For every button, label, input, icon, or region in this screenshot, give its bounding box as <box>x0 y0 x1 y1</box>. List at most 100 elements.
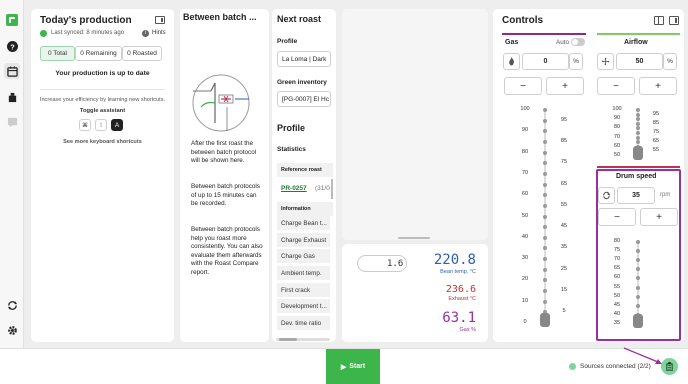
between-batch-title: Between batch ... <box>183 12 257 22</box>
drum-speed-label: Drum speed <box>616 173 657 180</box>
gas-readout-label: Gas % <box>459 327 476 333</box>
gas-unit: % <box>569 53 583 70</box>
gas-tick-dot <box>543 171 547 176</box>
gas-value-input[interactable]: 0 <box>522 53 569 70</box>
airflow-slider-handle[interactable] <box>633 146 643 160</box>
drum-tick-label: 50 <box>613 292 621 299</box>
airflow-value-input[interactable]: 50 <box>616 53 663 70</box>
gas-decrease-button[interactable]: − <box>504 77 542 95</box>
help-icon[interactable]: ? <box>4 38 20 54</box>
drum-tick-label: 75 <box>613 247 621 254</box>
gas-increase-button[interactable]: + <box>546 77 584 95</box>
drum-tick-dot <box>636 285 640 290</box>
start-button-label: Start <box>349 363 366 370</box>
gas-tick-dot <box>543 214 547 219</box>
production-icon[interactable] <box>4 63 20 79</box>
flame-icon <box>503 53 520 70</box>
roaster-icon[interactable] <box>4 89 20 105</box>
airflow-accent-bar <box>597 33 680 35</box>
gas-auto-label: Auto <box>556 39 569 46</box>
airflow-label: Airflow <box>624 39 648 46</box>
airflow-decrease-button[interactable]: − <box>597 77 635 95</box>
info-charge-gas: Charge Gas <box>277 249 330 263</box>
drum-slider-handle[interactable] <box>633 313 643 328</box>
sync-icon[interactable] <box>4 297 20 313</box>
chat-icon[interactable] <box>4 114 20 130</box>
reference-roast-label: Reference roast <box>281 167 322 173</box>
gas-tick-label: 70 <box>521 169 529 176</box>
airflow-tick-dot <box>636 121 640 126</box>
gas-tick-dot <box>543 139 547 144</box>
reference-roast-link[interactable]: PR-0257 <box>281 185 307 192</box>
key-cmd: ⌘ <box>79 119 91 131</box>
start-button[interactable]: ▶ Start <box>326 349 380 384</box>
gas-tick-dot <box>543 267 547 272</box>
reference-roast-date: (31/0 <box>315 185 330 192</box>
gas-tick-label: 90 <box>521 127 529 134</box>
airflow-tick-label: 85 <box>652 119 660 126</box>
drum-decrease-button[interactable]: − <box>598 208 636 226</box>
keyboard-shortcuts-link[interactable]: See more keyboard shortcuts <box>31 139 174 145</box>
gas-tick-dot <box>543 182 547 187</box>
airflow-increase-button[interactable]: + <box>639 77 677 95</box>
gas-tick-label: 25 <box>560 265 568 272</box>
production-title: Today's production <box>40 15 132 26</box>
gas-tick-label: 30 <box>521 255 529 262</box>
tab-remaining[interactable]: 0 Remaining <box>75 46 122 61</box>
airflow-tick-dot <box>636 135 640 140</box>
gas-tick-label: 0 <box>523 319 527 325</box>
drum-accent-bar <box>597 166 680 168</box>
airflow-tick-dot <box>636 108 640 112</box>
logo-icon[interactable] <box>4 12 20 28</box>
gas-accent-bar <box>502 33 586 35</box>
drum-slider-track[interactable] <box>637 242 639 324</box>
airflow-tick-label: 70 <box>613 133 621 140</box>
tab-total[interactable]: 0 Total <box>40 46 75 61</box>
toggle-assistant-label: Toggle assistant <box>79 108 126 114</box>
airflow-tick-label: 90 <box>613 115 621 122</box>
airflow-tick-label: 100 <box>612 106 622 112</box>
gas-tick-dot <box>543 299 547 304</box>
between-batch-info-1: After the first roast the between batch … <box>191 140 257 164</box>
settings-icon[interactable] <box>4 322 20 338</box>
scrollbar[interactable] <box>331 179 333 199</box>
drum-tick-label: 35 <box>613 319 621 326</box>
annotation-arrow <box>623 347 662 364</box>
info-ambient-temp: Ambient temp. <box>277 266 330 280</box>
gas-slider-handle[interactable] <box>540 313 550 327</box>
next-roast-title: Next roast <box>277 14 322 24</box>
resize-handle[interactable] <box>398 237 430 239</box>
cloud-synced-icon <box>40 30 47 37</box>
collapse-panel-icon[interactable] <box>155 16 165 24</box>
drum-tick-label: 45 <box>613 301 621 308</box>
hints-button[interactable]: Hints <box>152 30 166 36</box>
tab-roasted[interactable]: 0 Roasted <box>122 46 162 61</box>
drum-tick-dot <box>636 303 640 308</box>
airflow-tick-label: 95 <box>652 110 660 117</box>
profile-select[interactable]: La Loma | Dark <box>277 51 331 67</box>
efficiency-text: Increase your efficiency by learning new… <box>39 97 166 103</box>
roaster-illustration-icon <box>192 74 250 132</box>
gas-tick-label: 35 <box>560 244 568 251</box>
drum-increase-button[interactable]: + <box>640 208 678 226</box>
gas-label: Gas <box>505 39 519 46</box>
horizontal-scrollbar[interactable] <box>276 338 330 341</box>
exhaust-temp-value: 236.6 <box>445 284 476 295</box>
gas-readout-value: 63.1 <box>442 310 476 326</box>
gas-tick-label: 40 <box>521 233 529 240</box>
gas-auto-toggle[interactable] <box>571 38 585 46</box>
readout-panel: 1.6 220.8 Bean temp. °C 236.6 Exhaust °C… <box>342 244 488 342</box>
gas-tick-label: 10 <box>521 297 529 304</box>
airflow-tick-dot <box>636 112 640 117</box>
green-inventory-select[interactable]: [PG-0007] El Hc <box>277 91 331 107</box>
controls-title: Controls <box>502 15 544 26</box>
gas-tick-label: 100 <box>520 106 530 112</box>
between-batch-info-2: Between batch protocols of up to 15 minu… <box>191 183 260 207</box>
airflow-tick-label: 50 <box>613 152 621 158</box>
drum-tick-label: 80 <box>613 238 621 244</box>
drum-tick-label: 40 <box>613 310 621 317</box>
drum-value-input[interactable]: 35 <box>617 187 655 204</box>
collapse-controls-icon[interactable] <box>669 16 679 25</box>
exhaust-label: Exhaust °C <box>448 296 476 302</box>
grid-layout-icon[interactable] <box>654 16 664 25</box>
